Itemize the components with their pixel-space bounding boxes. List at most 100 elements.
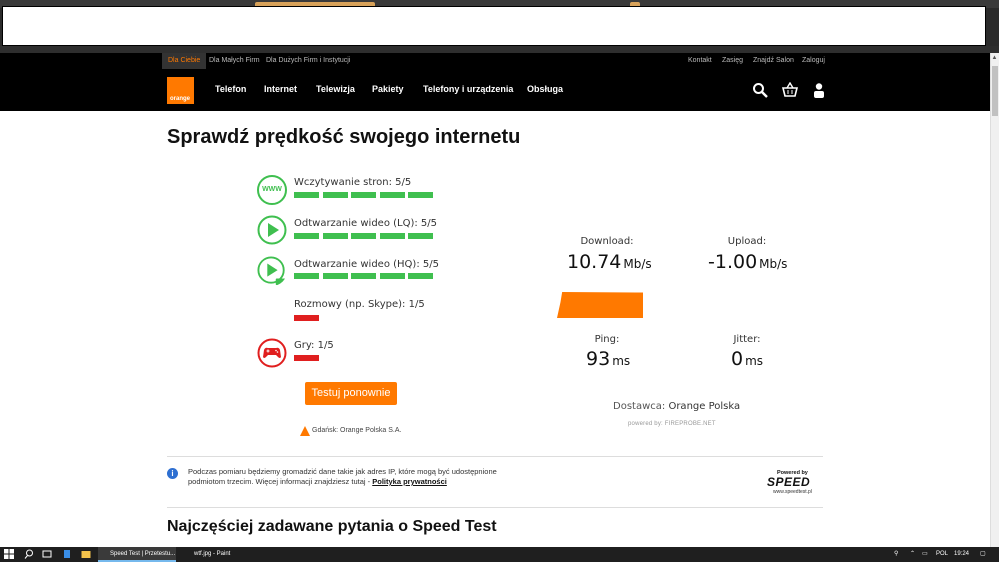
search-icon[interactable] (752, 82, 768, 98)
user-icon[interactable] (811, 82, 827, 98)
download-unit: Mb/s (623, 257, 652, 271)
download-value: 10.74 Mb/s (567, 251, 652, 273)
rating-bar-segment (294, 273, 319, 279)
orange-logo[interactable]: orange (167, 77, 194, 104)
jitter-label: Jitter: (733, 334, 761, 345)
rating-bar-segment (351, 273, 376, 279)
divider (167, 507, 823, 508)
rating-label-video-hq: Odtwarzanie wideo (HQ): 5/5 (294, 259, 439, 270)
file-explorer-icon[interactable] (81, 549, 91, 559)
rating-bar-segment (408, 273, 433, 279)
rating-bar-segment (351, 233, 376, 239)
taskbar-app-chrome[interactable]: Speed Test | Przetestu... (98, 547, 176, 562)
divider (167, 456, 823, 457)
rating-label-calls: Rozmowy (np. Skype): 1/5 (294, 299, 425, 310)
powered-by-fireprobe[interactable]: powered by: FIREPROBE.NET (628, 421, 716, 427)
rating-bar-segment (294, 355, 319, 361)
privacy-info-text: Podczas pomiaru będziemy gromadzić dane … (188, 467, 497, 486)
windows-start-icon[interactable] (4, 549, 14, 559)
rating-bar-segment (322, 273, 348, 279)
taskbar-app-paint[interactable]: wtf.jpg - Paint (182, 547, 262, 562)
download-label: Download: (580, 236, 634, 247)
rating-bar-segment (408, 233, 433, 239)
location-triangle-icon (300, 426, 310, 436)
privacy-info: Podczas pomiaru będziemy gromadzić dane … (188, 467, 508, 487)
redaction-box (2, 6, 986, 46)
privacy-policy-link[interactable]: Polityka prywatności (372, 477, 447, 486)
task-view-icon[interactable] (42, 549, 52, 559)
redaction-scribble (557, 292, 643, 318)
link-znajdz-salon[interactable]: Znajdź Salon (753, 53, 794, 69)
tray-language[interactable]: POL (936, 547, 948, 562)
rating-label-games: Gry: 1/5 (294, 340, 334, 351)
segment-duze-firmy[interactable]: Dla Dużych Firm i Instytucji (266, 53, 350, 69)
rating-bar-segment (351, 192, 376, 198)
rating-label-video-lq: Odtwarzanie wideo (LQ): 5/5 (294, 218, 438, 229)
rating-bar-segment (294, 315, 319, 321)
scroll-thumb[interactable] (992, 66, 998, 116)
basket-icon[interactable] (782, 82, 798, 98)
link-zasieg[interactable]: Zasięg (722, 53, 743, 69)
upload-number: -1.00 (708, 251, 758, 273)
jitter-unit: ms (745, 354, 764, 368)
rating-bar-segment (294, 192, 319, 198)
segment-male-firmy[interactable]: Dla Małych Firm (209, 53, 260, 69)
segment-bar: Dla Ciebie Dla Małych Firm Dla Dużych Fi… (0, 53, 990, 69)
test-server-location: Gdańsk: Orange Polska S.A. (312, 427, 402, 434)
info-icon: i (167, 468, 178, 479)
jitter-number: 0 (731, 348, 744, 370)
speedtest-logo[interactable]: Powered by SPEED www.speedtest.pl (765, 470, 823, 496)
page-scrollbar[interactable] (990, 53, 999, 547)
provider-name: Orange Polska (668, 401, 741, 412)
scroll-up-arrow-icon[interactable]: ▲ (991, 55, 998, 62)
ping-label: Ping: (594, 334, 620, 345)
provider: Dostawca: Orange Polska (613, 401, 740, 412)
link-kontakt[interactable]: Kontakt (688, 53, 712, 69)
segment-dla-ciebie[interactable]: Dla Ciebie (162, 53, 207, 69)
rating-bar-segment (379, 273, 405, 279)
app-pinned-icon[interactable] (62, 549, 72, 559)
nav-telewizja[interactable]: Telewizja (316, 84, 355, 94)
play-icon (257, 215, 287, 245)
www-icon: WWW (257, 175, 287, 205)
nav-obsluga[interactable]: Obsługa (527, 84, 563, 94)
jitter-value: 0 ms (731, 348, 763, 370)
bookmarks-bar (0, 46, 999, 53)
logo-text: orange (170, 96, 191, 102)
taskbar-app-label: Speed Test | Przetestu... (110, 551, 176, 557)
upload-label: Upload: (727, 236, 767, 247)
speedtest-url: www.speedtest.pl (773, 489, 812, 495)
nav-pakiety[interactable]: Pakiety (372, 84, 404, 94)
ping-unit: ms (612, 354, 631, 368)
tray-chevron-up-icon[interactable]: ⌃ (910, 547, 915, 562)
rating-bar-segment (294, 233, 319, 239)
play-hd-icon (257, 256, 287, 286)
retest-button[interactable]: Testuj ponownie (305, 382, 397, 405)
rating-bar-segment (408, 192, 433, 198)
ping-number: 93 (586, 348, 611, 370)
link-zaloguj[interactable]: Zaloguj (802, 53, 825, 69)
ping-value: 93 ms (586, 348, 630, 370)
rating-bar-segment (379, 233, 405, 239)
faq-heading: Najczęściej zadawane pytania o Speed Tes… (167, 518, 497, 535)
nav-telefony-urzadzenia[interactable]: Telefony i urządzenia (423, 84, 513, 94)
taskbar-app-label: wtf.jpg - Paint (194, 551, 231, 557)
upload-unit: Mb/s (759, 257, 788, 271)
upload-value: -1.00 Mb/s (708, 251, 787, 273)
page-title: Sprawdź prędkość swojego internetu (167, 126, 521, 148)
speedtest-wordmark: SPEED (767, 475, 811, 489)
tray-clock[interactable]: 19:24 (954, 547, 969, 562)
nav-telefon[interactable]: Telefon (215, 84, 246, 94)
rating-bar-segment (322, 233, 348, 239)
gamepad-icon (257, 338, 287, 368)
rating-bar-segment (379, 192, 405, 198)
tray-people-icon[interactable]: ⚲ (894, 547, 898, 562)
tray-notifications-icon[interactable]: ▢ (980, 547, 986, 562)
download-number: 10.74 (567, 251, 622, 273)
rating-label-pages: Wczytywanie stron: 5/5 (294, 177, 412, 188)
tray-network-icon[interactable]: ▭ (922, 547, 928, 562)
provider-label: Dostawca: (613, 401, 666, 412)
search-icon[interactable] (24, 549, 34, 559)
nav-internet[interactable]: Internet (264, 84, 297, 94)
rating-bar-segment (322, 192, 348, 198)
